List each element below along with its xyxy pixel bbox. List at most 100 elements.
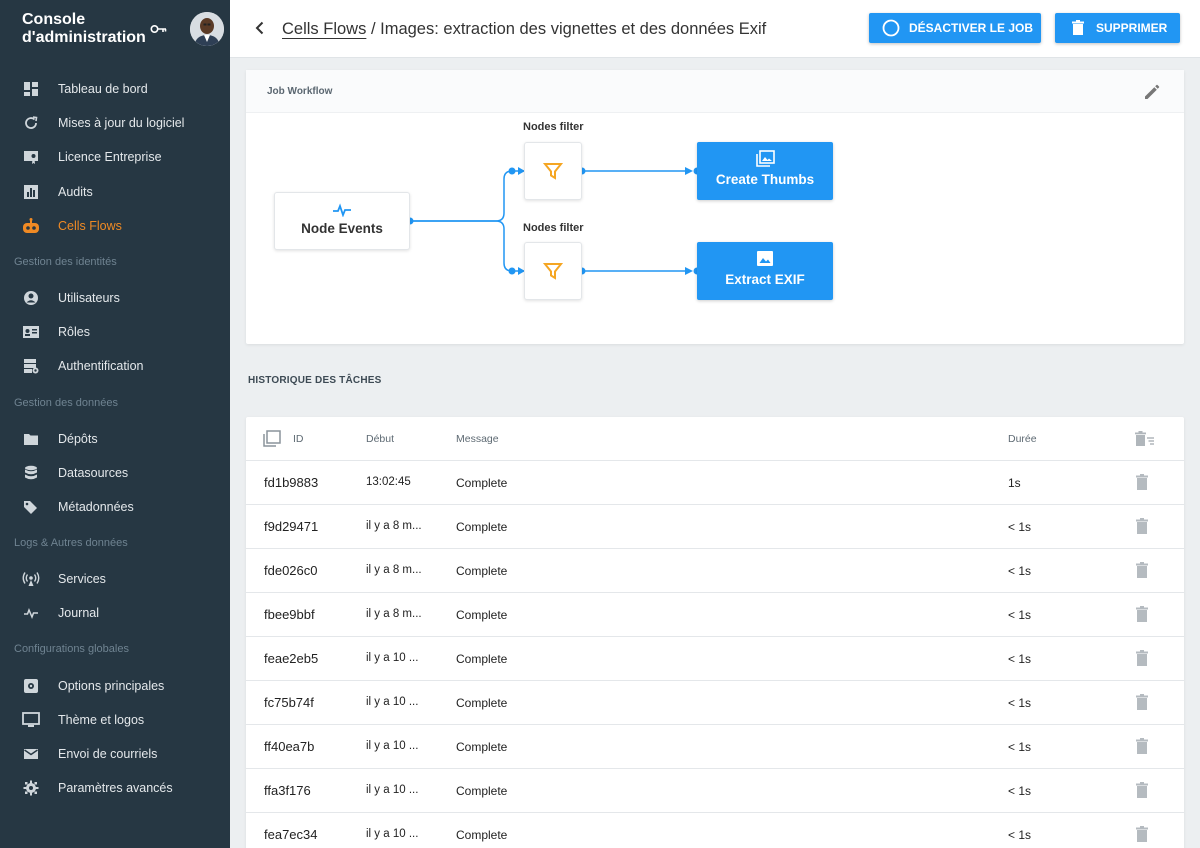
task-message: Complete: [456, 652, 508, 666]
sidebar-item-services[interactable]: Services: [0, 562, 230, 596]
task-message: Complete: [456, 564, 508, 578]
edit-pencil-icon[interactable]: [1142, 82, 1162, 102]
task-start: il y a 8 m...: [366, 564, 422, 576]
task-start: il y a 10 ...: [366, 828, 419, 840]
trash-icon: [1069, 19, 1087, 37]
table-row[interactable]: fea7ec34 il y a 10 ... Complete < 1s: [246, 813, 1184, 848]
delete-task-icon[interactable]: [1134, 517, 1150, 538]
task-start: il y a 8 m...: [366, 608, 422, 620]
task-duration: < 1s: [1008, 784, 1032, 798]
sidebar-item-parametres-avances[interactable]: Paramètres avancés: [0, 771, 230, 805]
task-id: f9d29471: [264, 519, 319, 534]
table-row[interactable]: fd1b9883 13:02:45 Complete 1s: [246, 461, 1184, 505]
task-start: 13:02:45: [366, 476, 411, 488]
task-duration: 1s: [1008, 476, 1021, 490]
pulse-icon: [22, 604, 40, 622]
filter-icon: [542, 263, 564, 280]
delete-task-icon[interactable]: [1134, 825, 1150, 846]
table-row[interactable]: f9d29471 il y a 8 m... Complete < 1s: [246, 505, 1184, 549]
delete-button[interactable]: SUPPRIMER: [1055, 13, 1180, 43]
deactivate-job-button[interactable]: DÉSACTIVER LE JOB: [869, 13, 1041, 43]
column-header-duration[interactable]: Durée: [1008, 433, 1037, 445]
table-row[interactable]: ff40ea7b il y a 10 ... Complete < 1s: [246, 725, 1184, 769]
column-header-id[interactable]: ID: [293, 433, 304, 445]
id-card-icon: [22, 323, 40, 341]
table-row[interactable]: ffa3f176 il y a 10 ... Complete < 1s: [246, 769, 1184, 813]
table-row[interactable]: fc75b74f il y a 10 ... Complete < 1s: [246, 681, 1184, 725]
breadcrumb-link-cells-flows[interactable]: Cells Flows: [282, 20, 366, 38]
page-title: / Images: extraction des vignettes et de…: [366, 20, 767, 38]
sidebar-item-envoi-de-courriels[interactable]: Envoi de courriels: [0, 737, 230, 771]
task-duration: < 1s: [1008, 740, 1032, 754]
delete-task-icon[interactable]: [1134, 605, 1150, 626]
table-row[interactable]: feae2eb5 il y a 10 ... Complete < 1s: [246, 637, 1184, 681]
sidebar-item-authentification[interactable]: Authentification: [0, 349, 230, 383]
key-icon[interactable]: [150, 21, 168, 37]
sidebar-item-metadonnees[interactable]: Métadonnées: [0, 490, 230, 524]
table-body: fd1b9883 13:02:45 Complete 1s f9d29471 il y a…: [246, 461, 1184, 848]
delete-task-icon[interactable]: [1134, 737, 1150, 758]
sidebar-item-audits[interactable]: Audits: [0, 175, 230, 209]
sidebar-nav: Tableau de bord Mises à jour du logiciel L…: [0, 58, 230, 805]
task-start: il y a 10 ...: [366, 740, 419, 752]
job-workflow-title: Job Workflow: [267, 86, 333, 97]
table-row[interactable]: fde026c0 il y a 8 m... Complete < 1s: [246, 549, 1184, 593]
app-title: Console d'administration: [22, 11, 146, 46]
action-create-thumbs-label: Create Thumbs: [715, 172, 815, 187]
select-all-icon[interactable]: [262, 430, 282, 451]
sidebar-item-label: Datasources: [58, 465, 129, 480]
sidebar-item-options-principales[interactable]: Options principales: [0, 668, 230, 702]
task-duration: < 1s: [1008, 696, 1032, 710]
sidebar-item-theme-et-logos[interactable]: Thème et logos: [0, 703, 230, 737]
back-arrow-icon[interactable]: [252, 20, 268, 36]
sidebar-item-tableau-de-bord[interactable]: Tableau de bord: [0, 72, 230, 106]
column-header-start[interactable]: Début: [366, 433, 394, 445]
circle-outline-icon: [882, 19, 900, 37]
sidebar-item-mises-a-jour-du-logiciel[interactable]: Mises à jour du logiciel: [0, 106, 230, 140]
sidebar-item-journal[interactable]: Journal: [0, 596, 230, 630]
action-extract-exif-label: Extract EXIF: [725, 272, 805, 287]
nodes-filter-1[interactable]: [524, 142, 582, 200]
nodes-filter-2[interactable]: [524, 242, 582, 300]
delete-task-icon[interactable]: [1134, 781, 1150, 802]
node-events-source[interactable]: Node Events: [274, 192, 410, 250]
delete-task-icon[interactable]: [1134, 649, 1150, 670]
column-header-message[interactable]: Message: [456, 433, 499, 445]
delete-label: SUPPRIMER: [1096, 21, 1168, 35]
delete-task-icon[interactable]: [1134, 473, 1150, 494]
task-history-title: HISTORIQUE DES TÂCHES: [248, 375, 382, 386]
delete-task-icon[interactable]: [1134, 693, 1150, 714]
sidebar-item-depots[interactable]: Dépôts: [0, 422, 230, 456]
sidebar-item-utilisateurs[interactable]: Utilisateurs: [0, 281, 230, 315]
images-icon: [756, 150, 775, 167]
task-duration: < 1s: [1008, 608, 1032, 622]
task-message: Complete: [456, 696, 508, 710]
database-icon: [22, 464, 40, 482]
image-icon: [757, 251, 773, 266]
task-message: Complete: [456, 828, 508, 842]
sidebar-item-datasources[interactable]: Datasources: [0, 456, 230, 490]
sidebar-item-cells-flows[interactable]: Cells Flows: [0, 209, 230, 243]
mail-icon: [22, 745, 40, 763]
sidebar-item-roles[interactable]: Rôles: [0, 315, 230, 349]
user-icon: [22, 289, 40, 307]
pulse-icon: [333, 203, 351, 217]
task-id: ffa3f176: [264, 783, 311, 798]
task-message: Complete: [456, 740, 508, 754]
sidebar: Console d'administration Tableau de bord…: [0, 0, 230, 848]
task-id: feae2eb5: [264, 651, 319, 666]
task-duration: < 1s: [1008, 652, 1032, 666]
sidebar-item-licence-entreprise[interactable]: Licence Entreprise: [0, 140, 230, 174]
sidebar-section-logs-autres-donnees: Logs & Autres données: [14, 537, 128, 550]
task-duration: < 1s: [1008, 520, 1032, 534]
job-workflow-card: Job Workflow Node Events Nodes filter No…: [246, 70, 1184, 344]
action-extract-exif[interactable]: Extract EXIF: [697, 242, 833, 300]
action-create-thumbs[interactable]: Create Thumbs: [697, 142, 833, 200]
table-header: ID Début Message Durée: [246, 417, 1184, 461]
sidebar-item-label: Dépôts: [58, 431, 98, 446]
delete-task-icon[interactable]: [1134, 561, 1150, 582]
delete-all-icon[interactable]: [1134, 430, 1156, 451]
table-row[interactable]: fbee9bbf il y a 8 m... Complete < 1s: [246, 593, 1184, 637]
avatar[interactable]: [190, 12, 224, 46]
sidebar-item-label: Journal: [58, 606, 99, 621]
